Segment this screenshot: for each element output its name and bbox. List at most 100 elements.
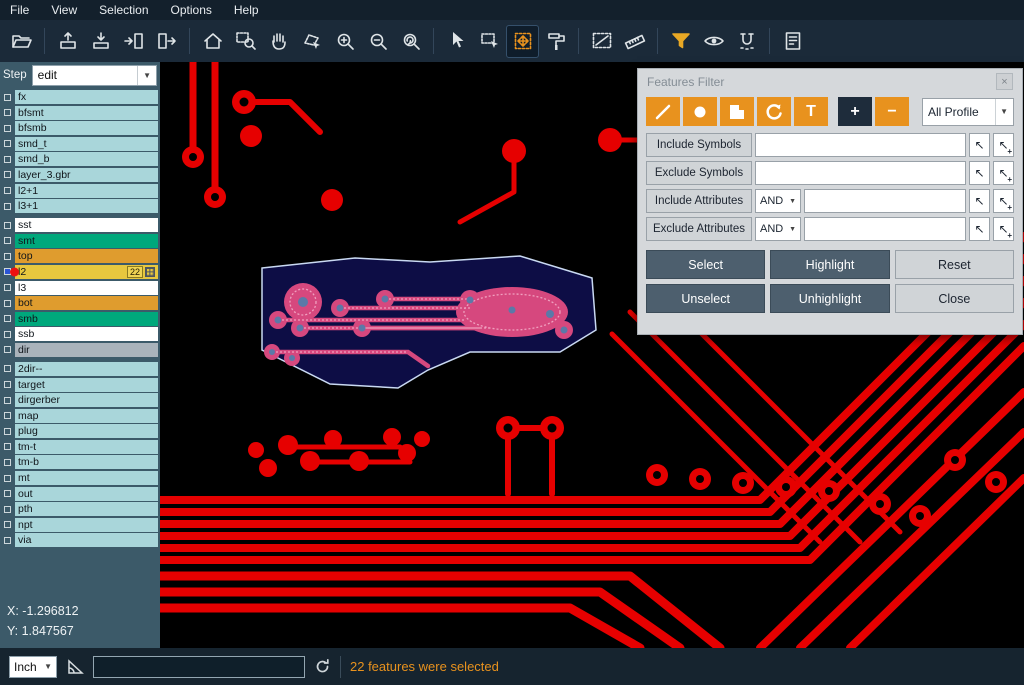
exclude-attributes-operator-select[interactable]: AND ▼: [755, 217, 801, 241]
unselect-button[interactable]: Unselect: [646, 284, 765, 313]
lasso-select-icon[interactable]: [296, 26, 327, 57]
layer-visibility-checkbox[interactable]: [0, 440, 15, 454]
layer-row-out[interactable]: out: [0, 487, 160, 501]
layer-row-l2[interactable]: l222: [0, 265, 160, 279]
layer-cell[interactable]: smd_t: [15, 137, 158, 151]
arc-feature-button[interactable]: [757, 97, 791, 126]
layer-cell[interactable]: l222: [15, 265, 158, 279]
layer-cell[interactable]: dirgerber: [15, 393, 158, 407]
layer-visibility-checkbox[interactable]: [0, 393, 15, 407]
zoom-in-icon[interactable]: [329, 26, 360, 57]
layer-row-l3[interactable]: l3: [0, 281, 160, 295]
layer-visibility-checkbox[interactable]: [0, 137, 15, 151]
layer-visibility-checkbox[interactable]: [0, 121, 15, 135]
layer-visibility-checkbox[interactable]: [0, 218, 15, 232]
layer-row-dir[interactable]: dir: [0, 343, 160, 357]
surface-feature-button[interactable]: [720, 97, 754, 126]
layer-cell[interactable]: l3: [15, 281, 158, 295]
layer-visibility-checkbox[interactable]: [0, 249, 15, 263]
layer-row-via[interactable]: via: [0, 533, 160, 547]
unhighlight-button[interactable]: Unhighlight: [770, 284, 889, 313]
layer-visibility-checkbox[interactable]: [0, 518, 15, 532]
close-icon[interactable]: ×: [996, 73, 1013, 90]
zoom-area-icon[interactable]: [230, 26, 261, 57]
pick-add-attribute-icon[interactable]: ↖+: [993, 217, 1014, 241]
import-down-icon[interactable]: [85, 26, 116, 57]
exclude-attributes-input[interactable]: [804, 217, 966, 241]
layer-cell[interactable]: smd_b: [15, 152, 158, 166]
pick-attribute-icon[interactable]: ↖: [969, 189, 990, 213]
pick-attribute-icon[interactable]: ↖: [969, 217, 990, 241]
layer-cell[interactable]: top: [15, 249, 158, 263]
include-symbols-input[interactable]: [755, 133, 966, 157]
layer-visibility-checkbox[interactable]: [0, 90, 15, 104]
layer-cell[interactable]: pth: [15, 502, 158, 516]
layer-visibility-checkbox[interactable]: [0, 424, 15, 438]
menu-file[interactable]: File: [10, 3, 29, 17]
home-icon[interactable]: [197, 26, 228, 57]
zoom-reset-icon[interactable]: [395, 26, 426, 57]
pick-add-symbol-icon[interactable]: ↖+: [993, 161, 1014, 185]
layer-cell[interactable]: out: [15, 487, 158, 501]
layer-visibility-checkbox[interactable]: [0, 199, 15, 213]
layer-row-2dir--[interactable]: 2dir--: [0, 362, 160, 376]
select-button[interactable]: Select: [646, 250, 765, 279]
exclude-symbols-button[interactable]: Exclude Symbols: [646, 161, 752, 185]
layer-visibility-checkbox[interactable]: [0, 343, 15, 357]
rect-select-icon[interactable]: [474, 26, 505, 57]
layer-cell[interactable]: tm-b: [15, 455, 158, 469]
layer-row-mt[interactable]: mt: [0, 471, 160, 485]
layer-visibility-checkbox[interactable]: [0, 502, 15, 516]
highlight-button[interactable]: Highlight: [770, 250, 889, 279]
dialog-title-bar[interactable]: Features Filter ×: [638, 69, 1022, 94]
include-attributes-operator-select[interactable]: AND ▼: [755, 189, 801, 213]
layer-cell[interactable]: bfsmb: [15, 121, 158, 135]
angle-measure-icon[interactable]: [66, 658, 84, 676]
layer-visibility-checkbox[interactable]: [0, 296, 15, 310]
layer-cell[interactable]: via: [15, 533, 158, 547]
layer-row-pth[interactable]: pth: [0, 502, 160, 516]
layer-visibility-checkbox[interactable]: [0, 378, 15, 392]
unit-select[interactable]: Inch ▼: [9, 656, 57, 678]
layer-row-tm-t[interactable]: tm-t: [0, 440, 160, 454]
layer-row-fx[interactable]: fx: [0, 90, 160, 104]
layer-cell[interactable]: sst: [15, 218, 158, 232]
notes-list-icon[interactable]: [777, 26, 808, 57]
layer-visibility-checkbox[interactable]: [0, 471, 15, 485]
include-attributes-button[interactable]: Include Attributes: [646, 189, 752, 213]
layer-row-map[interactable]: map: [0, 409, 160, 423]
text-feature-button[interactable]: T: [794, 97, 828, 126]
layer-row-target[interactable]: target: [0, 378, 160, 392]
pointer-select-icon[interactable]: [441, 26, 472, 57]
export-up-icon[interactable]: [52, 26, 83, 57]
layer-cell[interactable]: tm-t: [15, 440, 158, 454]
negative-polarity-button[interactable]: −: [875, 97, 909, 126]
exclude-symbols-input[interactable]: [755, 161, 966, 185]
refresh-icon[interactable]: [314, 658, 331, 675]
transform-select-icon[interactable]: [507, 26, 538, 57]
menu-view[interactable]: View: [51, 3, 77, 17]
pick-symbol-icon[interactable]: ↖: [969, 161, 990, 185]
pad-feature-button[interactable]: [683, 97, 717, 126]
layer-row-bot[interactable]: bot: [0, 296, 160, 310]
layer-row-top[interactable]: top: [0, 249, 160, 263]
pick-add-attribute-icon[interactable]: ↖+: [993, 189, 1014, 213]
layer-row-l3+1[interactable]: l3+1: [0, 199, 160, 213]
exclude-attributes-button[interactable]: Exclude Attributes: [646, 217, 752, 241]
include-symbols-button[interactable]: Include Symbols: [646, 133, 752, 157]
zoom-out-icon[interactable]: [362, 26, 393, 57]
measure-ruler-icon[interactable]: [619, 26, 650, 57]
layer-visibility-checkbox[interactable]: [0, 106, 15, 120]
layer-row-smd_b[interactable]: smd_b: [0, 152, 160, 166]
layer-cell[interactable]: smt: [15, 234, 158, 248]
step-select[interactable]: edit ▼: [32, 65, 157, 86]
layer-row-bfsmt[interactable]: bfsmt: [0, 106, 160, 120]
layer-cell[interactable]: smb: [15, 312, 158, 326]
layer-visibility-checkbox[interactable]: [0, 312, 15, 326]
features-filter-icon[interactable]: [665, 26, 696, 57]
layer-cell[interactable]: bot: [15, 296, 158, 310]
snap-magnet-icon[interactable]: [731, 26, 762, 57]
grid-icon[interactable]: [145, 267, 155, 277]
layer-visibility-checkbox[interactable]: [0, 265, 15, 279]
layer-cell[interactable]: 2dir--: [15, 362, 158, 376]
